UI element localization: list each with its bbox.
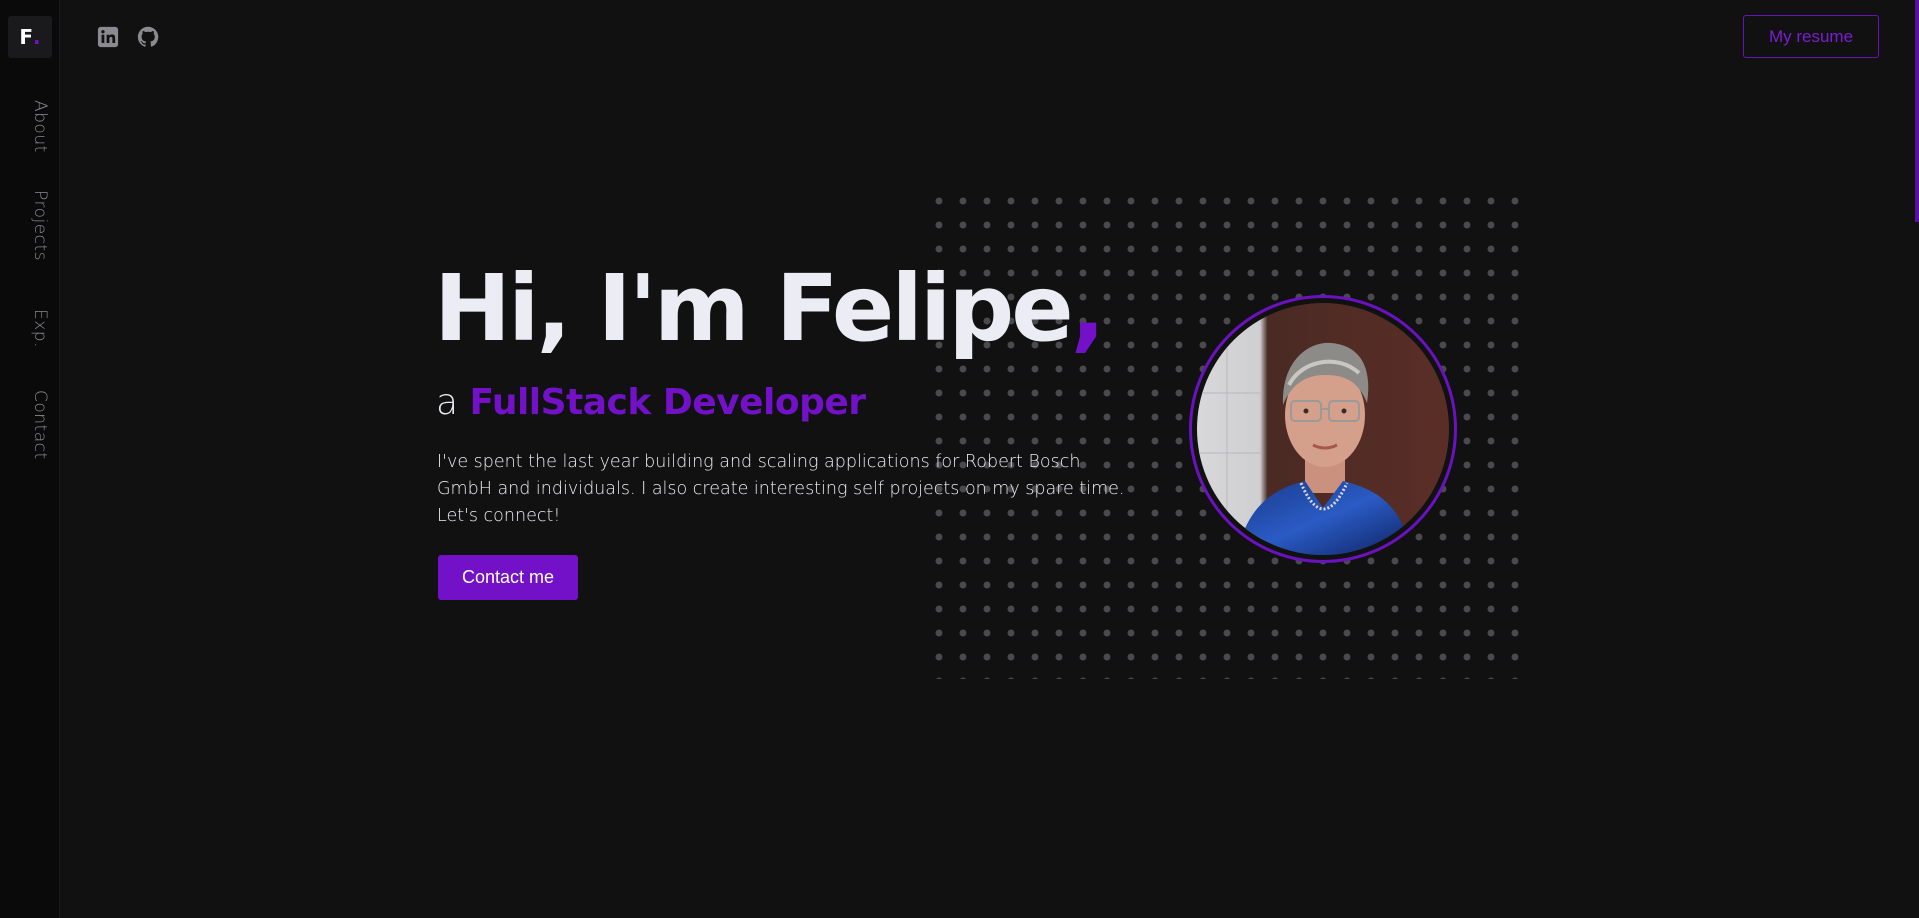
sidebar: F. About Projects Exp. Contact	[0, 0, 60, 918]
logo-letter: F	[19, 25, 34, 49]
hero-subtitle: a FullStack Developer	[436, 381, 866, 424]
scroll-indicator[interactable]	[1915, 0, 1919, 222]
subtitle-role: FullStack Developer	[469, 382, 867, 423]
logo[interactable]: F.	[8, 16, 52, 58]
sidebar-item-projects[interactable]: Projects	[30, 190, 50, 261]
intro-line-3: Let's connect!	[437, 506, 561, 526]
resume-button[interactable]: My resume	[1743, 15, 1879, 58]
subtitle-prefix: a	[436, 382, 459, 423]
hero-title-comma: ,	[1070, 255, 1106, 362]
hero-title-text: Hi, I'm Felipe	[434, 255, 1074, 362]
sidebar-item-exp[interactable]: Exp.	[30, 309, 50, 348]
intro-line-2: GmbH and individuals. I also create inte…	[437, 479, 1125, 499]
avatar	[1197, 303, 1449, 555]
github-icon[interactable]	[137, 26, 159, 48]
avatar-ring	[1189, 295, 1457, 563]
contact-me-button[interactable]: Contact me	[438, 555, 578, 600]
sidebar-item-about[interactable]: About	[30, 100, 50, 153]
intro-line-1: I've spent the last year building and sc…	[437, 452, 1081, 472]
linkedin-icon[interactable]	[97, 26, 119, 48]
logo-dot: .	[33, 25, 41, 49]
hero-intro: I've spent the last year building and sc…	[437, 449, 1157, 530]
hero-title: Hi, I'm Felipe,	[434, 255, 1106, 362]
sidebar-item-contact[interactable]: Contact	[30, 390, 50, 460]
